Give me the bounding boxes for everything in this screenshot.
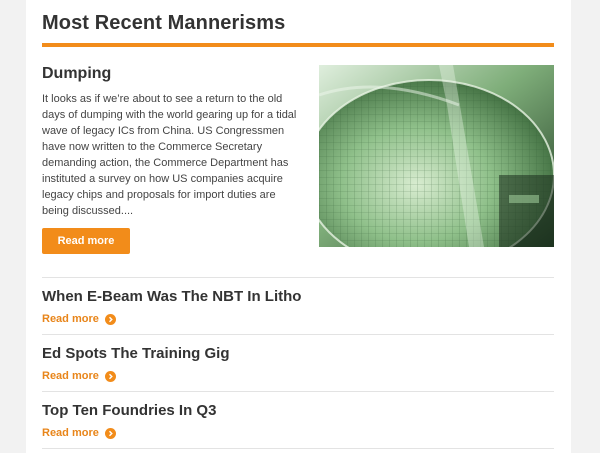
featured-post-image[interactable] — [319, 65, 554, 247]
post-title[interactable]: Top Ten Foundries In Q3 — [42, 402, 554, 420]
post-title[interactable]: When E-Beam Was The NBT In Litho — [42, 288, 554, 306]
read-more-label: Read more — [42, 427, 99, 439]
post-read-more-link[interactable]: Read more — [42, 370, 116, 382]
post-item: When E-Beam Was The NBT In Litho Read mo… — [42, 288, 554, 327]
chevron-right-circle-icon — [104, 427, 116, 439]
read-more-label: Read more — [42, 313, 99, 325]
post-read-more-link[interactable]: Read more — [42, 313, 116, 325]
chevron-right-circle-icon — [104, 313, 116, 325]
section-title: Most Recent Mannerisms — [42, 12, 286, 34]
divider — [42, 334, 554, 335]
post-item: Top Ten Foundries In Q3 Read more — [42, 402, 554, 441]
post-read-more-link[interactable]: Read more — [42, 427, 116, 439]
silicon-wafer-image — [319, 65, 554, 247]
post-title[interactable]: Ed Spots The Training Gig — [42, 345, 554, 363]
chevron-right-circle-icon — [104, 370, 116, 382]
featured-read-more-button[interactable]: Read more — [42, 228, 130, 254]
divider — [42, 277, 554, 278]
divider — [42, 448, 554, 449]
featured-post-title[interactable]: Dumping — [42, 65, 111, 83]
read-more-label: Read more — [42, 370, 99, 382]
post-item: Ed Spots The Training Gig Read more — [42, 345, 554, 384]
recent-posts-card: Most Recent Mannerisms Dumping It looks … — [26, 0, 571, 453]
featured-post-excerpt: It looks as if we’re about to see a retu… — [42, 93, 297, 217]
title-underline — [42, 43, 554, 47]
divider — [42, 391, 554, 392]
